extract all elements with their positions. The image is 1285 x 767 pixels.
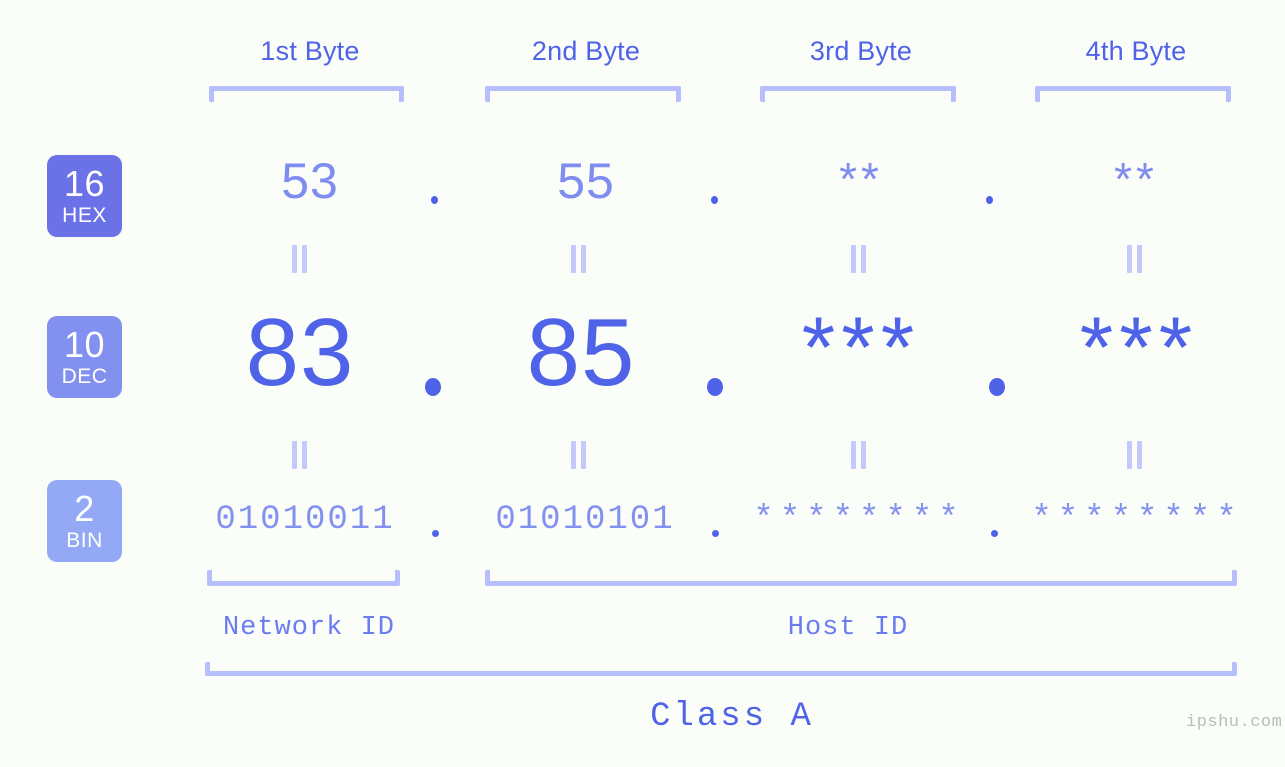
bin-byte-1: 01010011 — [215, 501, 395, 539]
bin-separator-dot-1 — [432, 530, 439, 537]
base-badge-dec-abbr: DEC — [61, 365, 108, 388]
equality-connector-dec-bin-3 — [851, 441, 866, 469]
bin-separator-dot-3 — [991, 530, 998, 537]
dec-separator-dot-3 — [989, 378, 1005, 396]
bin-byte-2: 01010101 — [495, 501, 675, 539]
base-badge-dec-number: 10 — [63, 324, 106, 365]
byte-bracket-top-4 — [1035, 86, 1231, 102]
hex-separator-dot-2 — [711, 196, 718, 204]
dec-byte-4: *** — [1079, 300, 1199, 396]
base-badge-hex: 16 HEX — [47, 155, 122, 237]
base-badge-dec: 10 DEC — [47, 316, 122, 398]
class-label: Class A — [650, 698, 814, 736]
hex-byte-3: ** — [839, 153, 883, 205]
network-id-label: Network ID — [222, 613, 396, 643]
byte-header-3: 3rd Byte — [809, 36, 913, 66]
watermark: ipshu.com — [1186, 713, 1283, 732]
base-badge-hex-abbr: HEX — [62, 204, 107, 227]
equality-connector-dec-bin-4 — [1127, 441, 1142, 469]
byte-header-1: 1st Byte — [260, 36, 360, 66]
base-badge-bin-number: 2 — [74, 488, 95, 529]
dec-byte-1: 83 — [245, 299, 355, 406]
byte-header-4: 4th Byte — [1085, 36, 1187, 66]
host-id-label: Host ID — [787, 613, 909, 643]
class-bracket — [205, 662, 1237, 676]
byte-bracket-top-2 — [485, 86, 681, 102]
base-badge-bin: 2 BIN — [47, 480, 122, 562]
hex-byte-1: 53 — [281, 153, 339, 209]
bin-byte-4: ******** — [1031, 501, 1243, 539]
dec-separator-dot-2 — [707, 378, 723, 396]
equality-connector-dec-bin-2 — [571, 441, 586, 469]
equality-connector-hex-dec-4 — [1127, 245, 1142, 273]
byte-bracket-top-1 — [209, 86, 404, 102]
hex-separator-dot-1 — [431, 196, 438, 204]
base-badge-hex-number: 16 — [63, 163, 106, 204]
hex-byte-2: 55 — [557, 153, 615, 209]
hex-byte-4: ** — [1114, 153, 1158, 205]
ip-address-breakdown-diagram: 1st Byte 2nd Byte 3rd Byte 4th Byte 16 H… — [0, 0, 1285, 767]
dec-byte-3: *** — [801, 300, 921, 396]
byte-bracket-top-3 — [760, 86, 956, 102]
equality-connector-dec-bin-1 — [292, 441, 307, 469]
network-id-bracket — [207, 570, 400, 586]
bin-byte-3: ******** — [753, 501, 965, 539]
bin-separator-dot-2 — [712, 530, 719, 537]
equality-connector-hex-dec-3 — [851, 245, 866, 273]
dec-byte-2: 85 — [526, 299, 636, 406]
host-id-bracket — [485, 570, 1237, 586]
hex-separator-dot-3 — [986, 196, 993, 204]
dec-separator-dot-1 — [425, 378, 441, 396]
base-badge-bin-abbr: BIN — [66, 529, 103, 552]
equality-connector-hex-dec-1 — [292, 245, 307, 273]
equality-connector-hex-dec-2 — [571, 245, 586, 273]
byte-header-2: 2nd Byte — [531, 36, 641, 66]
